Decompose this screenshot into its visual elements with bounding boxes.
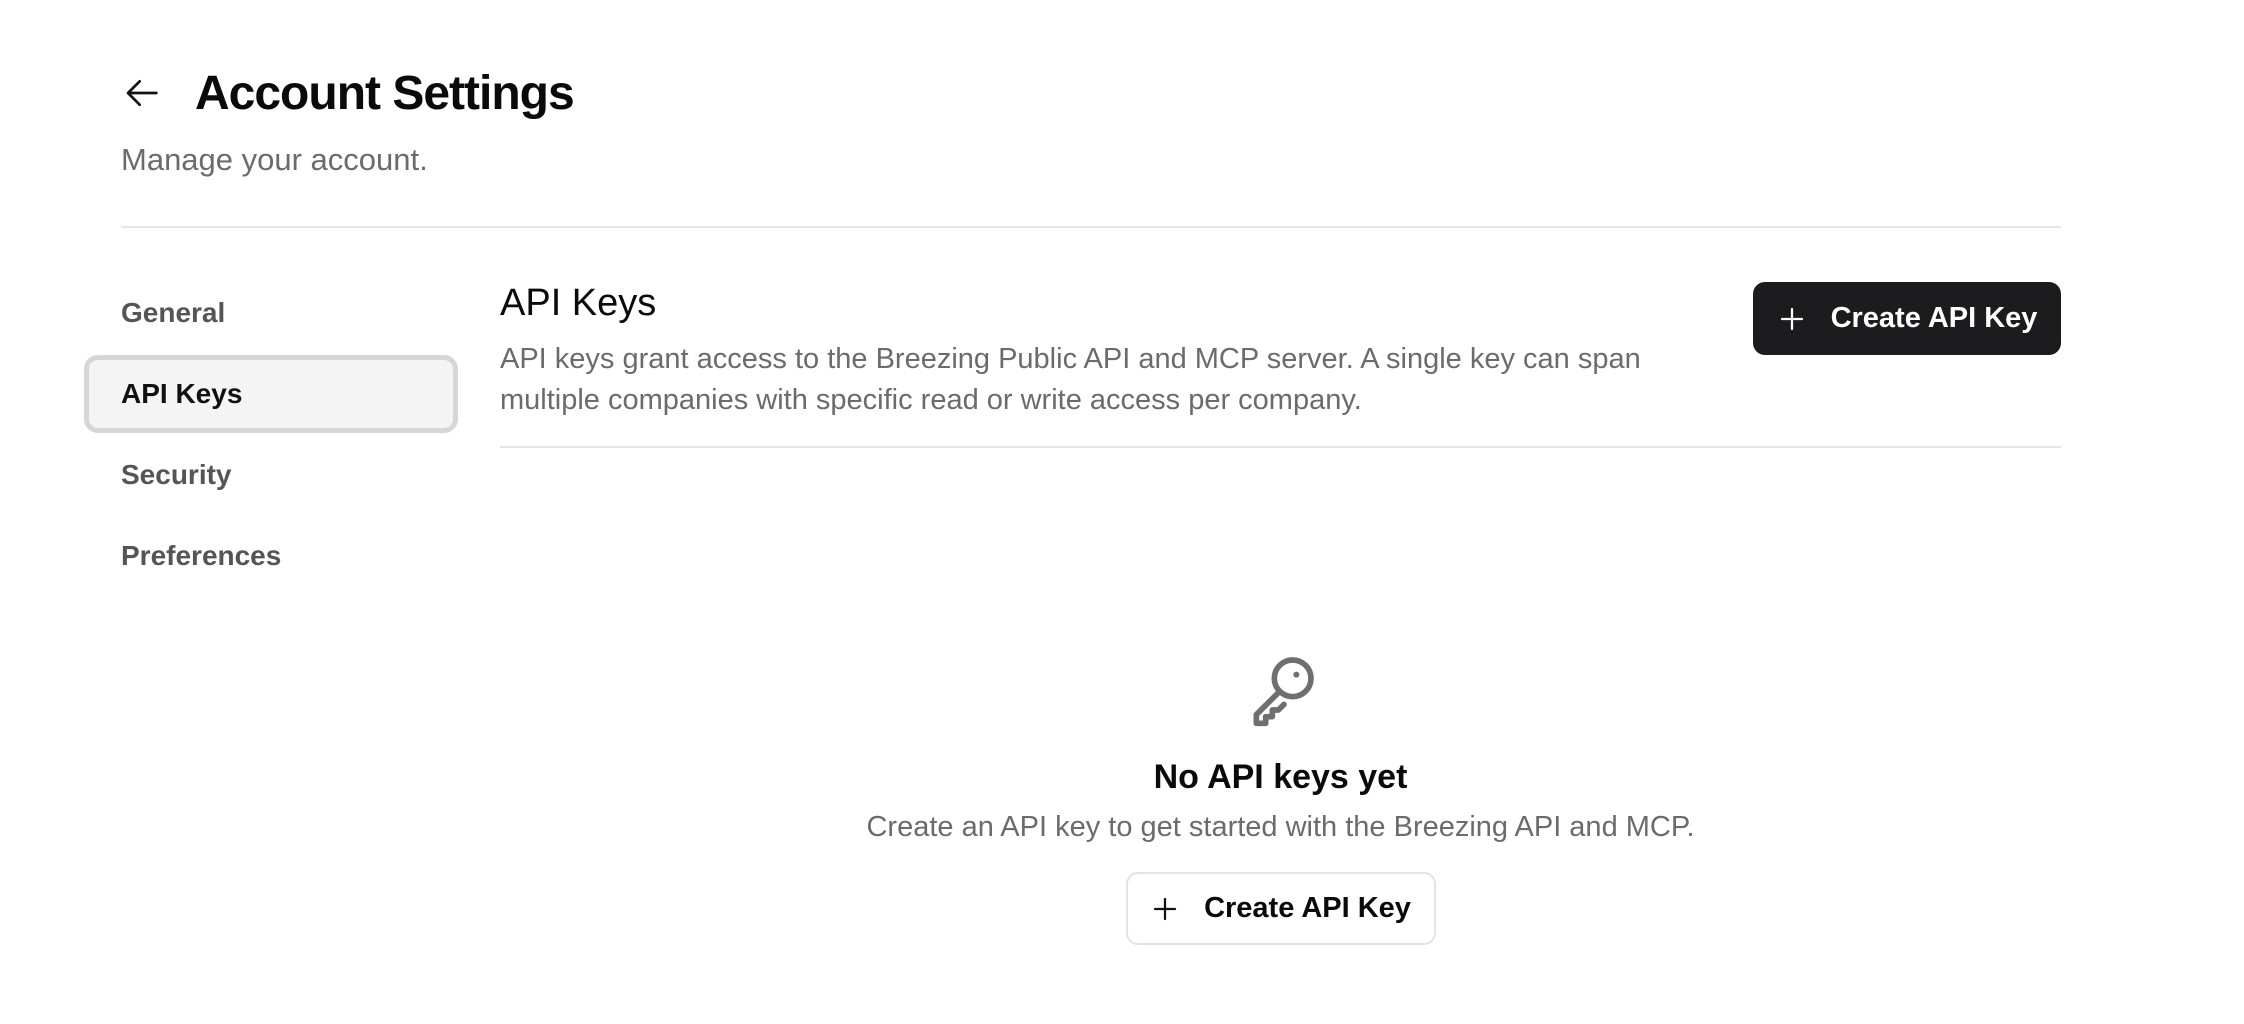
plus-icon [1150, 894, 1180, 924]
section-description: API keys grant access to the Breezing Pu… [500, 343, 1641, 416]
sidebar-item-preferences[interactable]: Preferences [84, 517, 458, 595]
back-button[interactable] [115, 65, 171, 121]
account-settings-page: Account Settings Manage your account. Ge… [0, 0, 2244, 1024]
key-icon [1253, 657, 1314, 727]
page-title: Account Settings [195, 66, 575, 120]
section-divider [500, 446, 2061, 448]
empty-state-title: No API keys yet [1153, 758, 1408, 796]
empty-state-create-api-key-button[interactable]: Create API Key [1125, 872, 1436, 945]
sidebar-item-api-keys[interactable]: API Keys [84, 355, 458, 433]
page-subtitle: Manage your account. [121, 142, 428, 177]
create-api-key-button[interactable]: Create API Key [1753, 282, 2061, 355]
page-header: Account Settings Manage your account. [121, 58, 2061, 178]
sidebar-item-label: API Keys [121, 378, 243, 409]
sidebar-item-label: Preferences [121, 540, 282, 571]
sidebar-item-security[interactable]: Security [84, 436, 458, 514]
sidebar-item-label: Security [121, 459, 232, 490]
empty-state: No API keys yet Create an API key to get… [500, 650, 2061, 945]
plus-icon [1777, 304, 1807, 334]
empty-state-description: Create an API key to get started with th… [866, 811, 1695, 843]
create-api-key-label: Create API Key [1830, 302, 2038, 334]
section-header: API Keys API keys grant access to the Br… [500, 282, 2061, 452]
sidebar-item-label: General [121, 297, 226, 328]
header-divider [121, 226, 2061, 228]
sidebar-item-general[interactable]: General [84, 274, 458, 352]
api-keys-section: API Keys API keys grant access to the Br… [500, 276, 2061, 452]
arrow-left-icon [126, 80, 158, 106]
title-row: Account Settings [121, 58, 2061, 128]
settings-sidebar: General API Keys Security Preferences [84, 274, 458, 598]
empty-state-button-label: Create API Key [1204, 892, 1411, 924]
